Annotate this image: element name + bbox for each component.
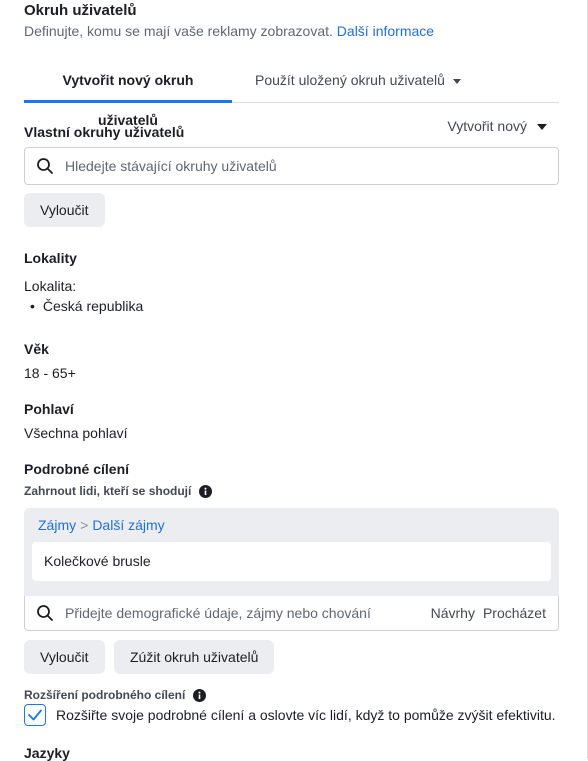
detailed-targeting-label: Podrobné cílení — [24, 461, 130, 477]
custom-audiences-label: Vlastní okruhy uživatelů — [24, 124, 185, 140]
locations-label: Lokality — [24, 250, 77, 266]
search-icon — [37, 605, 53, 621]
expansion-label: Rozšíření podrobného cílení — [24, 688, 206, 703]
tab-use-saved[interactable]: Použít uložený okruh uživatelů — [255, 60, 461, 100]
gender-value: Všechna pohlaví — [24, 425, 128, 441]
section-title: Okruh uživatelů — [24, 2, 137, 19]
tab-use-saved-label: Použít uložený okruh uživatelů — [255, 72, 445, 88]
custom-audience-search-input[interactable]: Hledejte stávající okruhy uživatelů — [24, 147, 559, 185]
languages-label: Jazyky — [24, 745, 70, 761]
location-value: Česká republika — [42, 298, 144, 314]
audience-tabs: Vytvořit nový okruh uživatelů Použít ulo… — [24, 60, 559, 128]
interests-breadcrumb: Zájmy > Další zájmy — [38, 517, 165, 533]
selected-interest-label: Kolečkové brusle — [44, 553, 151, 569]
targeting-links: Návrhy Procházet — [423, 596, 546, 630]
expansion-text: Rozšiřte svoje podrobné cílení a oslovte… — [56, 707, 556, 723]
suggestions-link[interactable]: Návrhy — [431, 605, 475, 621]
caret-down-icon — [537, 124, 547, 131]
info-icon[interactable] — [192, 689, 206, 703]
tab-create-new-label: Vytvořit nový okruh uživatelů — [62, 72, 194, 128]
gender-label: Pohlaví — [24, 401, 74, 417]
create-new-label: Vytvořit nový — [447, 118, 527, 134]
breadcrumb-separator: > — [80, 517, 89, 533]
targeting-search-placeholder: Přidejte demografické údaje, zájmy nebo … — [65, 605, 371, 621]
caret-down-icon — [452, 78, 461, 84]
include-label: Zahrnout lidi, kteří se shodují — [24, 484, 212, 499]
checkmark-icon — [28, 709, 42, 721]
create-new-dropdown[interactable]: Vytvořit nový — [447, 118, 547, 134]
selected-interest-item[interactable]: Kolečkové brusle — [32, 542, 551, 581]
age-value: 18 - 65+ — [24, 365, 76, 381]
more-info-link[interactable]: Další informace — [337, 23, 434, 39]
expansion-checkbox[interactable] — [24, 704, 46, 726]
search-icon — [37, 158, 53, 174]
expansion-label-text: Rozšíření podrobného cílení — [24, 688, 186, 702]
selected-interests-panel: Zájmy > Další zájmy Kolečkové brusle — [24, 508, 559, 596]
location-sublabel: Lokalita: — [24, 278, 77, 294]
tab-create-new[interactable]: Vytvořit nový okruh uživatelů — [24, 60, 232, 128]
bullet: • — [30, 298, 35, 314]
location-list-item: • Česká republika — [30, 298, 143, 314]
exclude-targeting-button[interactable]: Vyloučit — [24, 640, 105, 674]
breadcrumb-other-interests[interactable]: Další zájmy — [92, 517, 164, 533]
search-placeholder: Hledejte stávající okruhy uživatelů — [65, 158, 277, 174]
info-icon[interactable] — [198, 485, 212, 499]
exclude-audience-button[interactable]: Vyloučit — [24, 193, 105, 227]
age-label: Věk — [24, 341, 49, 357]
narrow-audience-button[interactable]: Zúžit okruh uživatelů — [114, 640, 275, 674]
subtitle-text: Definujte, komu se mají vaše reklamy zob… — [24, 23, 333, 39]
include-label-text: Zahrnout lidi, kteří se shodují — [24, 484, 192, 498]
section-subtitle: Definujte, komu se mají vaše reklamy zob… — [24, 23, 434, 39]
targeting-search-input[interactable]: Přidejte demografické údaje, zájmy nebo … — [24, 596, 559, 631]
browse-link[interactable]: Procházet — [483, 605, 546, 621]
breadcrumb-interests[interactable]: Zájmy — [38, 517, 76, 533]
